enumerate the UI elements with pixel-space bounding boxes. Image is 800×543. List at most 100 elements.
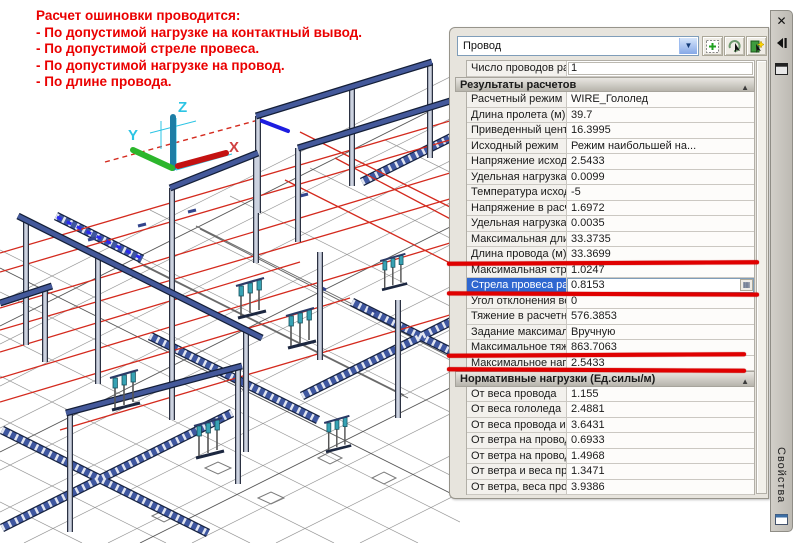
calculator-button[interactable]: ▦: [740, 279, 753, 291]
property-value[interactable]: Режим наибольшей на...: [567, 138, 754, 153]
quick-select-icon: [750, 39, 764, 53]
property-row[interactable]: Температура исходного режима (°С)-5: [467, 185, 754, 201]
property-label: Напряжение в расчетном режиме (Ед.с...: [467, 200, 567, 215]
property-row[interactable]: От ветра и веса провода1.3471: [467, 464, 754, 480]
property-row[interactable]: Тяжение в расчетном режиме (Ед.силы)576.…: [467, 309, 754, 325]
property-label: От ветра, веса провода и гололеда: [467, 479, 567, 494]
property-row[interactable]: Число проводов расщепленной фазы 1: [467, 61, 754, 77]
property-label: Тяжение в расчетном режиме (Ед.силы): [467, 309, 567, 324]
property-value[interactable]: 3.9386: [567, 479, 754, 494]
property-label: Стрела провеса расчетного режима (м): [467, 278, 567, 293]
property-label: Удельная нагрузка расчетного режим...: [467, 216, 567, 231]
object-type-dropdown[interactable]: Провод ▼: [457, 36, 699, 56]
property-row[interactable]: От веса гололеда 2.4881: [467, 402, 754, 418]
annotation-line: - По допустимой нагрузке на контактный в…: [36, 24, 362, 40]
property-value[interactable]: 3.6431: [567, 417, 754, 432]
property-label: Длина провода (м): [467, 247, 567, 262]
close-icon[interactable]: ✕: [771, 14, 792, 28]
property-value[interactable]: 1.3471: [567, 464, 754, 479]
property-value[interactable]: 1.6972: [567, 200, 754, 215]
pickadd-toggle-button[interactable]: [702, 36, 723, 56]
properties-window-icon[interactable]: [775, 63, 788, 75]
ucs-y-label: Y: [128, 127, 138, 144]
property-row[interactable]: От ветра на провод с гололедом1.4968: [467, 448, 754, 464]
ucs-z-label: Z: [178, 99, 187, 116]
property-row[interactable]: Максимальная длина провода (м)33.3735: [467, 231, 754, 247]
property-value-text: 0.8153: [571, 279, 605, 291]
property-value[interactable]: Вручную: [567, 324, 754, 339]
property-row[interactable]: От веса провода 1.155: [467, 386, 754, 402]
property-value[interactable]: 1: [567, 61, 754, 76]
property-label: Удельная нагрузка исходного режима...: [467, 169, 567, 184]
property-value[interactable]: 0.0035: [567, 216, 754, 231]
foundation-marks: [150, 451, 398, 523]
section-header-results[interactable]: Результаты расчетов ▲: [455, 76, 755, 92]
property-row[interactable]: От ветра на провод без гололеда0.6933: [467, 433, 754, 449]
property-row[interactable]: Длина пролета (м) 39.7: [467, 107, 754, 123]
section-title: Результаты расчетов: [460, 78, 577, 91]
palette-window-icon: [775, 514, 788, 525]
section-title: Нормативные нагрузки (Ед.силы/м): [460, 373, 656, 385]
property-row[interactable]: Расчетный режим WIRE_Гололед: [467, 92, 754, 108]
property-label: От ветра и веса провода: [467, 464, 567, 479]
property-value[interactable]: 16.3995: [567, 123, 754, 138]
property-value[interactable]: 0.6933: [567, 433, 754, 448]
chevron-down-icon[interactable]: ▼: [679, 38, 697, 54]
property-label: От веса провода: [467, 386, 567, 401]
ucs-icon: Z Y X: [128, 99, 239, 171]
property-value[interactable]: 2.5433: [567, 154, 754, 169]
properties-palette: Провод ▼ Число проводов расщепленной фаз…: [446, 27, 769, 499]
property-value[interactable]: 2.4881: [567, 402, 754, 417]
annotation-line: - По допустимой стреле провеса.: [36, 41, 260, 56]
property-row[interactable]: Задание максимального тяженияВручную: [467, 324, 754, 340]
property-value[interactable]: 576.3853: [567, 309, 754, 324]
annotation-text: Расчет ошиновки проводится: - По допусти…: [36, 8, 362, 91]
property-value[interactable]: 33.3699: [567, 247, 754, 262]
property-label: Задание максимального тяжения: [467, 324, 567, 339]
property-row[interactable]: От ветра, веса провода и гололеда3.9386: [467, 479, 754, 495]
property-label: От веса провода и гололеда: [467, 417, 567, 432]
property-row[interactable]: Удельная нагрузка исходного режима...0.0…: [467, 169, 754, 185]
auto-hide-icon[interactable]: [775, 37, 788, 49]
property-value[interactable]: 1.155: [567, 386, 754, 401]
pickadd-plus-icon: [706, 39, 719, 53]
ucs-x-label: X: [229, 139, 239, 156]
property-label: Расчетный режим: [467, 92, 567, 107]
palette-title[interactable]: Свойства: [775, 447, 787, 503]
object-type-value: Провод: [463, 40, 502, 52]
property-value[interactable]: WIRE_Гололед: [567, 92, 754, 107]
property-label: От ветра на провод без гололеда: [467, 433, 567, 448]
annotation-line: - По допустимой нагрузке на провод.: [36, 57, 285, 73]
property-label: Исходный режим: [467, 138, 567, 153]
property-value[interactable]: 0.0099: [567, 169, 754, 184]
select-objects-button[interactable]: [724, 36, 745, 56]
property-value[interactable]: -5: [567, 185, 754, 200]
property-label: Максимальная длина провода (м): [467, 231, 567, 246]
property-row[interactable]: От веса провода и гололеда3.6431: [467, 417, 754, 433]
property-label: От веса гололеда: [467, 402, 567, 417]
property-row[interactable]: Удельная нагрузка расчетного режим...0.0…: [467, 216, 754, 232]
property-row[interactable]: Исходный режим Режим наибольшей на...: [467, 138, 754, 154]
annotation-title: Расчет ошиновки проводится:: [36, 8, 241, 23]
property-label: Длина пролета (м): [467, 107, 567, 122]
portal-beams: [0, 58, 460, 417]
property-label: Число проводов расщепленной фазы: [467, 61, 567, 76]
property-label: От ветра на провод с гололедом: [467, 448, 567, 463]
palette-title-bar[interactable]: ✕ Свойства: [770, 10, 793, 532]
property-value[interactable]: 0.8153 ▦: [567, 278, 754, 293]
property-label: Приведенный центр тяжести (м): [467, 123, 567, 138]
property-label: Напряжение исходного режима (Ед.си...: [467, 154, 567, 169]
property-value[interactable]: 33.3735: [567, 231, 754, 246]
scrollbar[interactable]: [756, 60, 767, 494]
property-value[interactable]: 1.4968: [567, 448, 754, 463]
properties-list: Число проводов расщепленной фазы 1 Резул…: [455, 60, 755, 495]
property-value[interactable]: 39.7: [567, 107, 754, 122]
property-row[interactable]: Напряжение исходного режима (Ед.си...2.5…: [467, 154, 754, 170]
property-row[interactable]: Напряжение в расчетном режиме (Ед.с...1.…: [467, 200, 754, 216]
quick-select-button[interactable]: [746, 36, 767, 56]
select-cursor-icon: [728, 39, 741, 53]
property-label: Температура исходного режима (°С): [467, 185, 567, 200]
annotation-line: - По длине провода.: [36, 74, 172, 89]
property-row[interactable]: Приведенный центр тяжести (м)16.3995: [467, 123, 754, 139]
section-header-normative-loads[interactable]: Нормативные нагрузки (Ед.силы/м) ▲: [455, 371, 755, 387]
